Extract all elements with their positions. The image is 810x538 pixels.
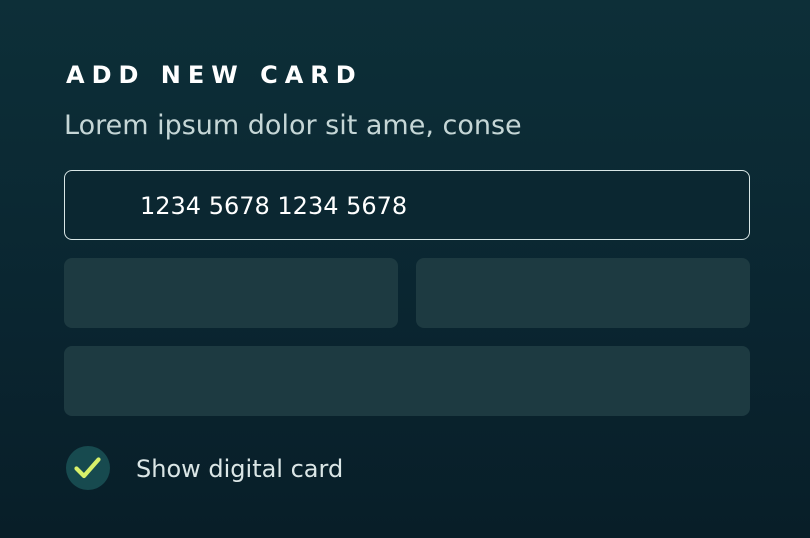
page-title: ADD NEW CARD xyxy=(66,61,363,89)
cvv-field[interactable] xyxy=(416,258,750,328)
card-number-value: 1234 5678 1234 5678 xyxy=(140,192,408,220)
show-digital-card-label[interactable]: Show digital card xyxy=(136,452,343,486)
card-number-field[interactable]: 1234 5678 1234 5678 xyxy=(64,170,750,240)
expiry-field[interactable] xyxy=(64,258,398,328)
show-digital-card-checkbox[interactable] xyxy=(66,446,110,490)
cardholder-field[interactable] xyxy=(64,346,750,416)
page-subtitle: Lorem ipsum dolor sit ame, conse xyxy=(64,110,522,141)
check-icon xyxy=(74,457,101,479)
